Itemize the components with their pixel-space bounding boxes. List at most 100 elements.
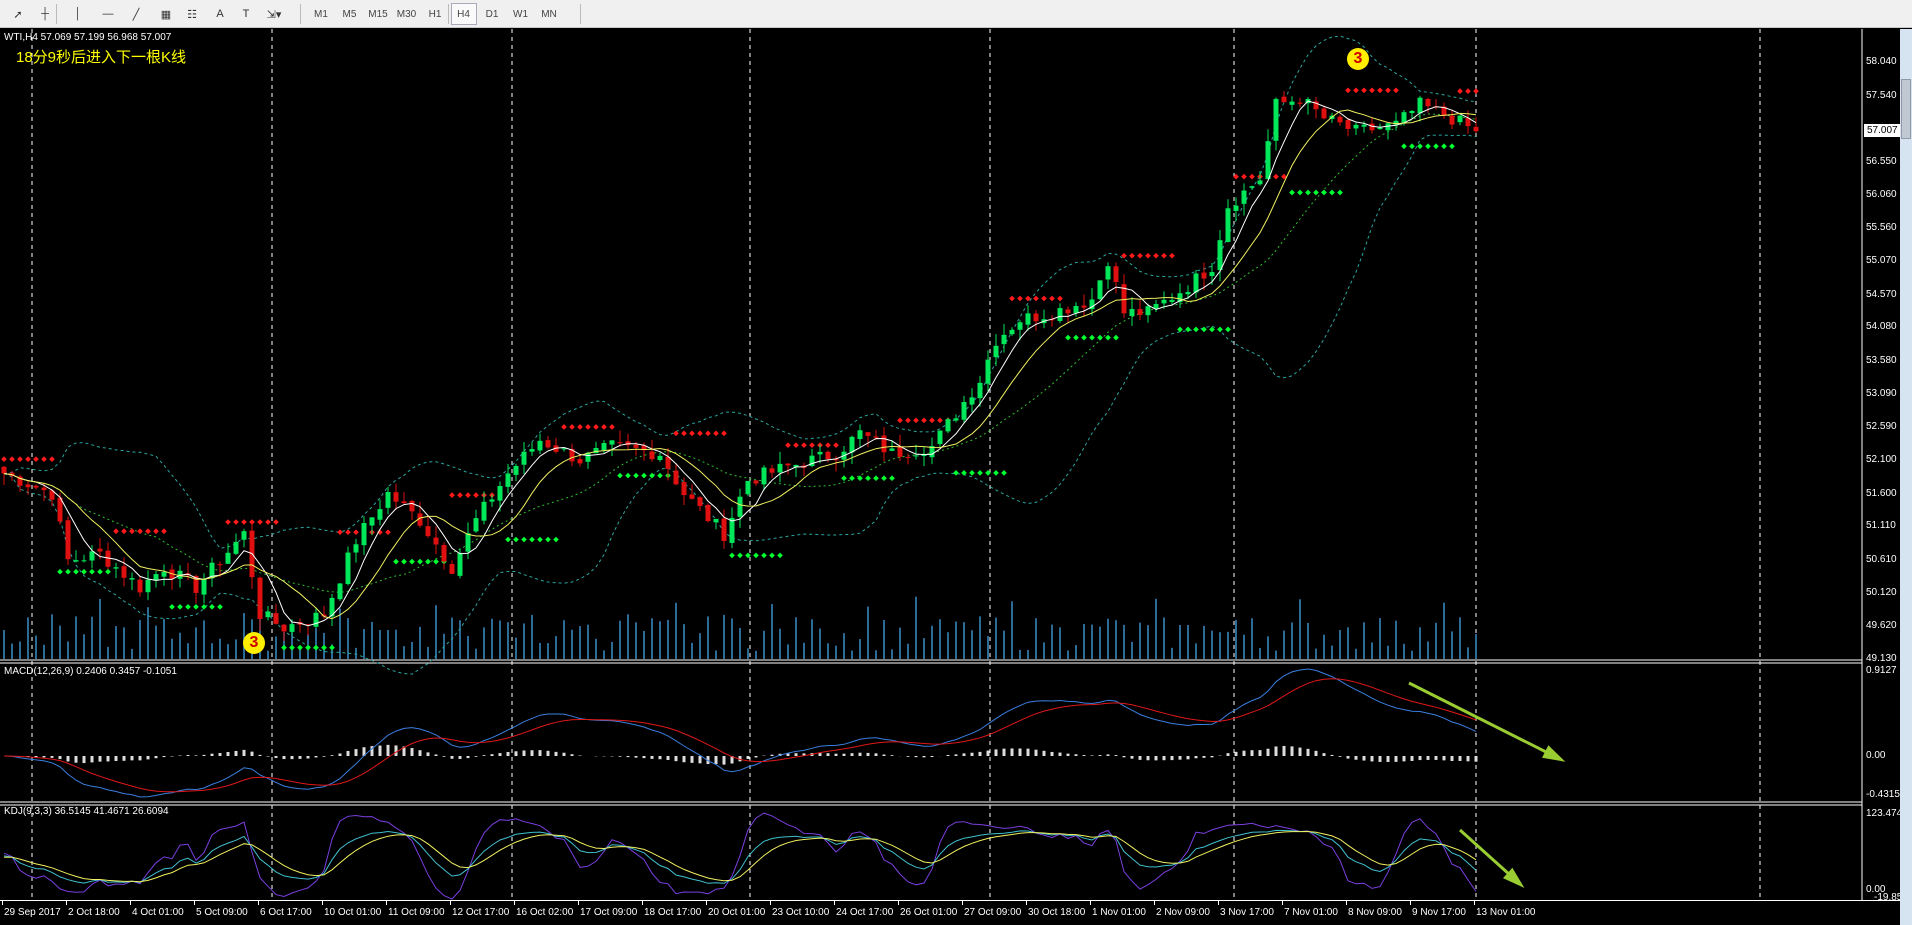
resistance-dot <box>465 492 471 498</box>
time-label: 2 Nov 09:00 <box>1156 907 1210 918</box>
time-label: 23 Oct 10:00 <box>772 907 830 918</box>
support-dot <box>177 604 183 610</box>
fibonacci-icon[interactable]: ▦ <box>154 3 178 25</box>
timeframe-h1[interactable]: H1 <box>422 3 448 25</box>
support-dot <box>185 604 191 610</box>
resistance-dot <box>1377 87 1383 94</box>
support-dot <box>1073 334 1079 341</box>
price-tick: 56.550 <box>1866 155 1897 167</box>
candle-body <box>353 544 359 553</box>
support-dot <box>321 644 327 651</box>
candle-body <box>1281 96 1287 103</box>
resistance-dot <box>1457 88 1463 94</box>
timeframe-m5[interactable]: M5 <box>337 3 363 25</box>
timeframe-mn[interactable]: MN <box>536 3 562 25</box>
support-dot <box>737 552 743 559</box>
timeframe-h4[interactable]: H4 <box>450 3 477 25</box>
resistance-dot <box>153 528 159 535</box>
arrows-icon[interactable]: ⇲▾ <box>262 3 286 25</box>
candle-body <box>401 501 407 504</box>
support-dot <box>753 552 759 559</box>
support-dot <box>393 558 399 565</box>
candle-body <box>769 468 775 473</box>
resistance-dot <box>9 456 15 462</box>
candle-body <box>1137 309 1143 315</box>
cursor-icon[interactable]: ➚ <box>6 3 30 25</box>
vertical-scrollbar[interactable] <box>1900 29 1912 925</box>
support-dot <box>1337 189 1343 196</box>
candle-body <box>865 432 871 436</box>
candle-body <box>721 518 727 541</box>
resistance-dot <box>577 424 583 430</box>
price-tick: 53.580 <box>1866 354 1897 366</box>
candle-body <box>529 449 535 452</box>
time-label: 4 Oct 01:00 <box>132 907 184 918</box>
price-tick: 52.590 <box>1866 421 1897 433</box>
timeframe-m1[interactable]: M1 <box>308 3 334 25</box>
bar-countdown-text: 18分9秒后进入下一根K线 <box>16 49 187 66</box>
resistance-dot <box>697 430 703 437</box>
candle-body <box>81 560 87 562</box>
resistance-dot <box>161 528 167 535</box>
trendline-icon[interactable]: ╱ <box>124 3 148 25</box>
scrollbar-thumb[interactable] <box>1901 79 1911 139</box>
support-dot <box>729 552 735 559</box>
price-tick: 55.560 <box>1866 222 1897 234</box>
price-tick: 55.070 <box>1866 255 1897 266</box>
text-label-icon[interactable]: T <box>234 3 258 25</box>
support-dot <box>201 604 207 610</box>
time-tick <box>962 901 963 905</box>
support-dot <box>1089 334 1095 341</box>
candle-body <box>1001 334 1007 345</box>
support-dot <box>305 644 311 651</box>
time-label: 3 Nov 17:00 <box>1220 907 1274 918</box>
resistance-dot <box>793 442 799 448</box>
support-dot <box>649 472 655 479</box>
resistance-dot <box>225 519 231 525</box>
candle-body <box>1185 292 1191 295</box>
time-tick <box>1026 901 1027 905</box>
price-chart[interactable] <box>0 29 1900 900</box>
candle-body <box>977 382 983 399</box>
time-tick <box>130 901 131 905</box>
candle-body <box>281 624 287 632</box>
resistance-dot <box>801 442 807 448</box>
time-axis: 29 Sep 2017 2 Oct 18:00 4 Oct 01:00 5 Oct 0… <box>0 900 1900 925</box>
resistance-dot <box>49 456 55 462</box>
candle-body <box>201 579 207 595</box>
timeframe-d1[interactable]: D1 <box>479 3 505 25</box>
resistance-dot <box>1385 87 1391 94</box>
toolbar-separator <box>56 4 57 24</box>
support-dot <box>1217 326 1223 333</box>
support-dot <box>1185 326 1191 333</box>
support-dot <box>1417 143 1423 150</box>
price-tick: 56.060 <box>1866 188 1897 200</box>
support-dot <box>521 536 527 543</box>
text-icon[interactable]: A <box>208 3 232 25</box>
support-dot <box>1065 334 1071 341</box>
candle-body <box>265 611 271 618</box>
timeframe-w1[interactable]: W1 <box>508 3 534 25</box>
candle-body <box>737 496 743 517</box>
resistance-dot <box>1033 295 1039 302</box>
candle-body <box>817 451 823 455</box>
candle-body <box>873 436 879 438</box>
resistance-dot <box>1041 295 1047 302</box>
fibonacci-fan-icon[interactable]: ☷ <box>180 3 204 25</box>
support-dot <box>513 536 519 543</box>
support-dot <box>1081 334 1087 341</box>
resistance-dot <box>1009 295 1015 302</box>
timeframe-m30[interactable]: M30 <box>394 3 420 25</box>
resistance-dot <box>41 456 47 462</box>
horizontal-line-icon[interactable]: — <box>96 3 120 25</box>
vertical-line-icon[interactable]: │ <box>66 3 90 25</box>
time-tick <box>258 901 259 905</box>
support-dot <box>89 568 95 575</box>
candle-body <box>713 518 719 523</box>
price-tick: 51.600 <box>1866 487 1897 499</box>
candle-body <box>1033 313 1039 322</box>
support-dot <box>505 536 511 543</box>
timeframe-m15[interactable]: M15 <box>365 3 391 25</box>
candle-body <box>489 499 495 502</box>
crosshair-icon[interactable]: ┼ <box>33 3 57 25</box>
